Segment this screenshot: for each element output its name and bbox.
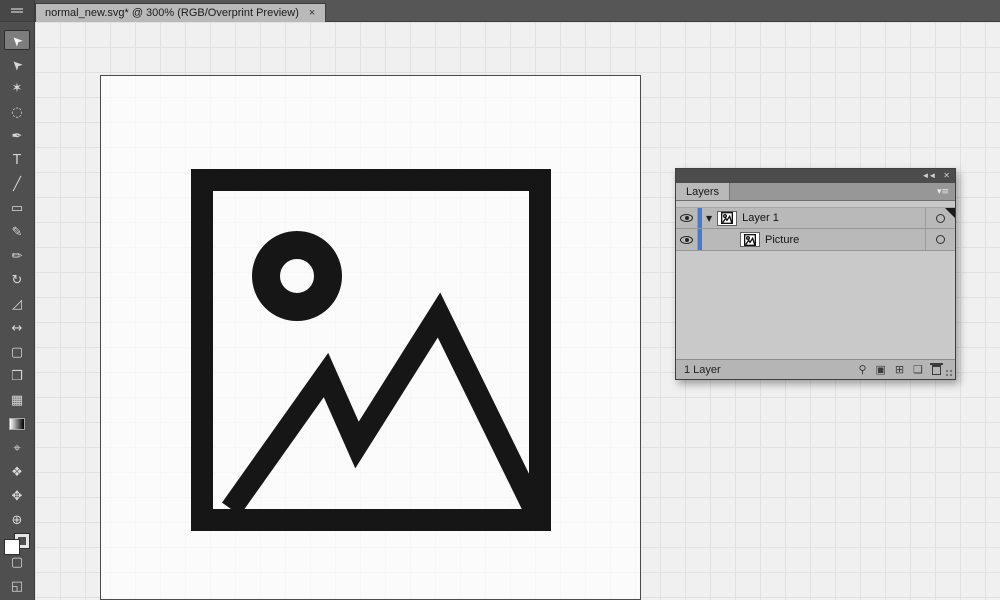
toolbar-tools: ➤ ➤ ✶ ◌ ✒ T ╱ ▭ ✎ ✏ ↻ ◿ ↔ ▢ ❒ ▦ ⌖ ❖ ✥ ⊕ [4,30,30,534]
screen-mode-icon[interactable]: ◱ [4,576,30,596]
make-clip-mask-button[interactable]: ▣ [876,364,886,375]
blend-tool-icon: ❖ [11,464,23,480]
width-tool-icon: ↔ [11,320,23,336]
rotate-tool-icon: ↻ [11,272,23,288]
resize-grip[interactable] [945,369,954,378]
scale-tool[interactable]: ◿ [4,294,30,314]
rectangle-tool-icon: ▭ [10,200,24,216]
trash-icon [930,362,943,375]
layers-footer-buttons: ⚲ ▣ ⊞ ❏ [858,362,955,375]
selected-indicator-icon [945,208,955,218]
line-segment-tool-icon: ╱ [13,176,21,192]
screen-mode-icon-icon: ◱ [10,578,24,594]
artboard[interactable] [100,75,641,600]
layer-thumbnail [717,210,738,226]
layers-panel-statusbar: 1 Layer ⚲ ▣ ⊞ ❏ [676,359,955,379]
paintbrush-tool[interactable]: ✎ [4,222,30,242]
drawing-mode-icon-icon: ▢ [10,554,24,570]
drawing-mode-icon[interactable]: ▢ [4,552,30,572]
eyedropper-tool[interactable]: ⌖ [4,438,30,458]
tab-bar: normal_new.svg* @ 300% (RGB/Overprint Pr… [0,0,1000,22]
pen-tool-icon: ✒ [11,128,23,144]
selection-tool-icon: ➤ [7,30,27,50]
pen-tool[interactable]: ✒ [4,126,30,146]
new-sublayer-button[interactable]: ⊞ [895,364,904,375]
hand-tool-icon: ✥ [11,488,23,504]
scale-tool-icon: ◿ [12,296,22,312]
rotate-tool[interactable]: ↻ [4,270,30,290]
paintbrush-tool-icon: ✎ [11,224,23,240]
rectangle-tool[interactable]: ▭ [4,198,30,218]
grip-icon [11,8,23,13]
width-tool[interactable]: ↔ [4,318,30,338]
shape-builder-tool-icon: ❒ [11,368,23,384]
fill-stroke-indicator[interactable] [4,533,30,555]
disclosure-triangle-icon[interactable]: ▼ [706,214,712,223]
pencil-tool[interactable]: ✏ [4,246,30,266]
layers-panel: ◄◄ ✕ Layers ▾≡ ▼ Layer 1 Picture 1 Layer… [675,168,956,380]
toolbar-grip[interactable] [0,0,35,21]
picture-artwork[interactable] [191,169,551,531]
layer-count-label: 1 Layer [684,363,721,376]
zoom-tool-icon: ⊕ [11,512,23,528]
layers-list: ▼ Layer 1 Picture [676,201,955,359]
free-transform-tool[interactable]: ▢ [4,342,30,362]
document-tab-title: normal_new.svg* @ 300% (RGB/Overprint Pr… [45,7,299,19]
target-circle-icon[interactable] [936,235,945,244]
collapse-panel-icon[interactable]: ◄◄ [921,172,936,180]
new-layer-button[interactable]: ❏ [913,364,923,375]
target-circle-icon[interactable] [936,213,945,223]
visibility-toggle[interactable] [676,208,698,228]
target-column [925,229,955,250]
layers-panel-titlebar[interactable]: ◄◄ ✕ [676,169,955,183]
direct-selection-tool-icon: ➤ [7,54,27,74]
selection-tool[interactable]: ➤ [4,30,30,50]
gradient-tool[interactable] [4,414,30,434]
shape-builder-tool[interactable]: ❒ [4,366,30,386]
hand-tool[interactable]: ✥ [4,486,30,506]
magic-wand-tool-icon: ✶ [11,80,23,96]
tools-panel: ➤ ➤ ✶ ◌ ✒ T ╱ ▭ ✎ ✏ ↻ ◿ ↔ ▢ ❒ ▦ ⌖ ❖ ✥ ⊕ ▢ ◱ [0,22,35,600]
gradient-swatch-icon [9,418,25,430]
line-segment-tool[interactable]: ╱ [4,174,30,194]
eye-icon [680,235,693,244]
layer-thumbnail [740,232,760,247]
zoom-tool[interactable]: ⊕ [4,510,30,530]
magic-wand-tool[interactable]: ✶ [4,78,30,98]
free-transform-tool-icon: ▢ [10,344,24,360]
fill-swatch[interactable] [4,539,20,555]
blend-tool[interactable]: ❖ [4,462,30,482]
layers-tab-label: Layers [686,185,720,198]
mesh-tool[interactable]: ▦ [4,390,30,410]
mesh-tool-icon: ▦ [10,392,24,408]
panel-menu-icon[interactable]: ▾≡ [931,183,955,200]
locate-object-button[interactable]: ⚲ [858,364,866,375]
eye-icon [680,214,693,222]
layer-row-layer1[interactable]: ▼ Layer 1 [676,207,955,229]
lasso-tool[interactable]: ◌ [4,102,30,122]
layer-row-picture[interactable]: Picture [676,229,955,251]
tab-layers[interactable]: Layers [676,183,731,200]
layer-name[interactable]: Layer 1 [742,212,779,224]
close-panel-icon[interactable]: ✕ [943,172,950,180]
type-tool[interactable]: T [4,150,30,170]
layer-name[interactable]: Picture [765,234,799,246]
type-tool-icon: T [13,152,21,168]
pencil-tool-icon: ✏ [11,248,23,264]
document-tab[interactable]: normal_new.svg* @ 300% (RGB/Overprint Pr… [35,3,327,22]
lasso-tool-icon: ◌ [11,104,23,120]
direct-selection-tool[interactable]: ➤ [4,54,30,74]
close-tab-icon[interactable]: × [309,7,315,19]
layers-panel-tabrow: Layers ▾≡ [676,183,955,201]
delete-layer-button[interactable] [930,362,943,375]
eyedropper-tool-icon: ⌖ [13,440,21,456]
visibility-toggle[interactable] [676,229,698,250]
toolbar-extra-tools: ▢ ◱ [4,552,30,600]
